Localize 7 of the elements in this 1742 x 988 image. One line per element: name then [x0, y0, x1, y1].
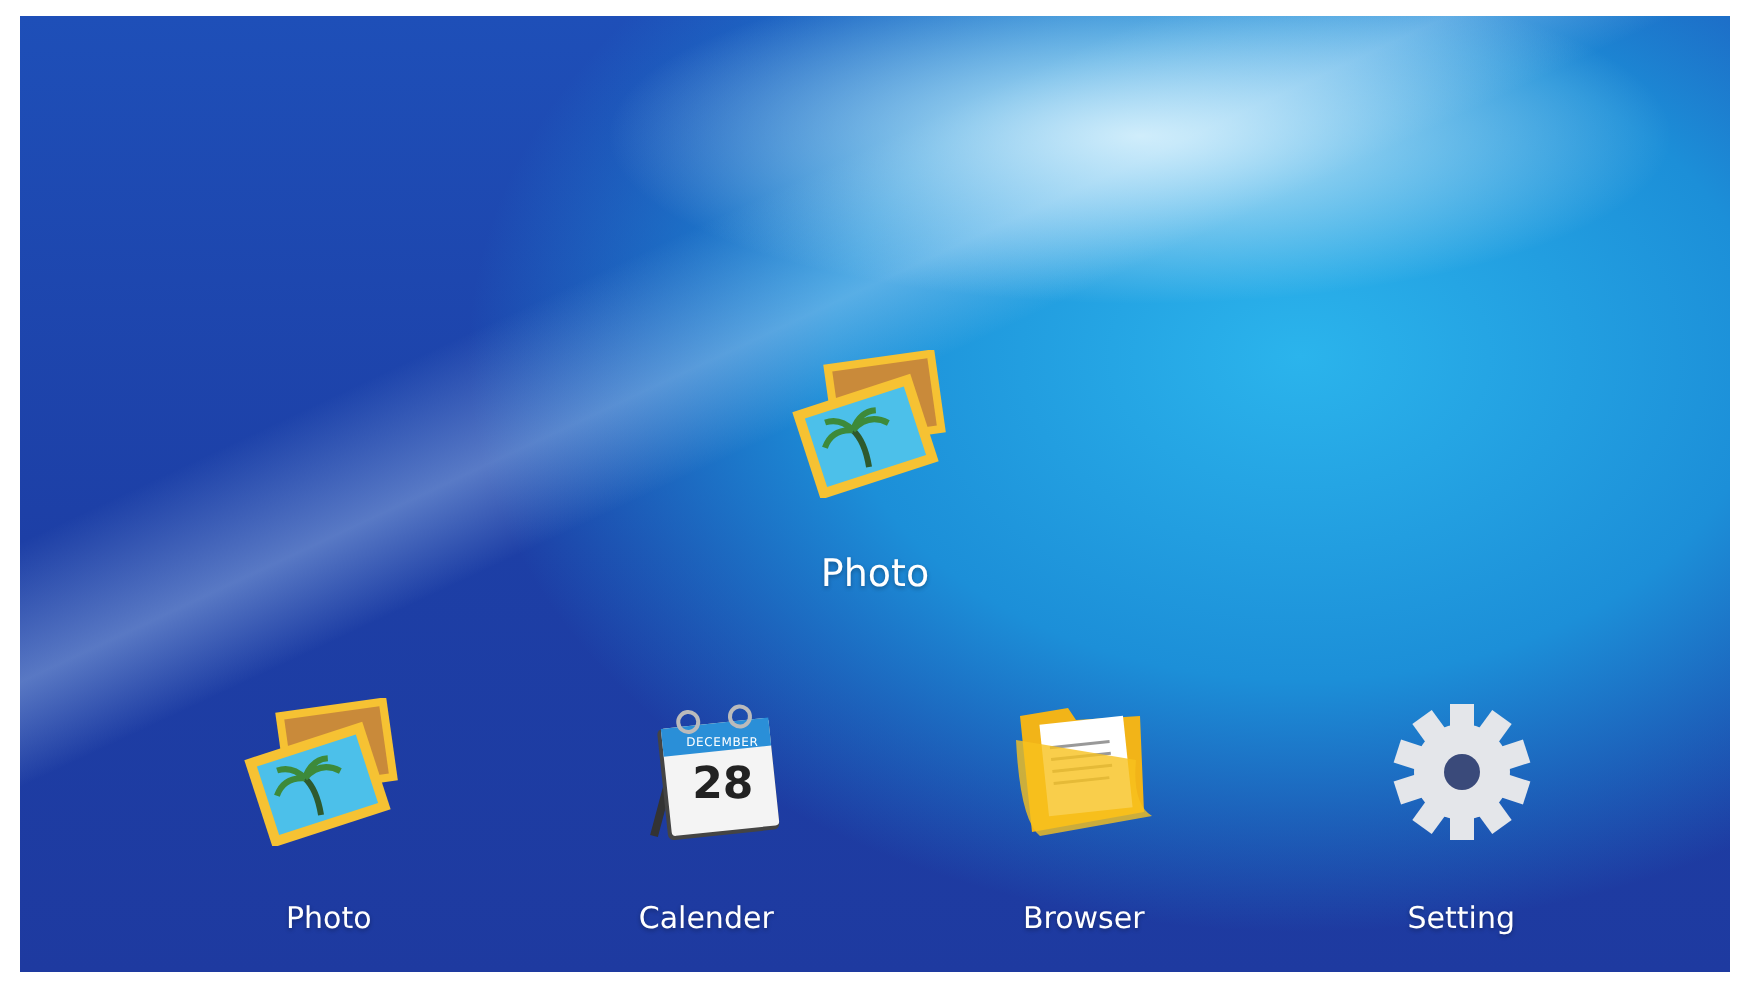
calendar-day: 28: [692, 760, 754, 810]
app-label[interactable]: Browser: [1022, 900, 1145, 936]
app-label[interactable]: Setting: [1407, 900, 1515, 936]
gear-icon: [1389, 700, 1534, 844]
app-label[interactable]: Calender: [638, 900, 774, 936]
featured-app-label: Photo: [820, 552, 930, 596]
app-label[interactable]: Photo: [285, 900, 372, 936]
